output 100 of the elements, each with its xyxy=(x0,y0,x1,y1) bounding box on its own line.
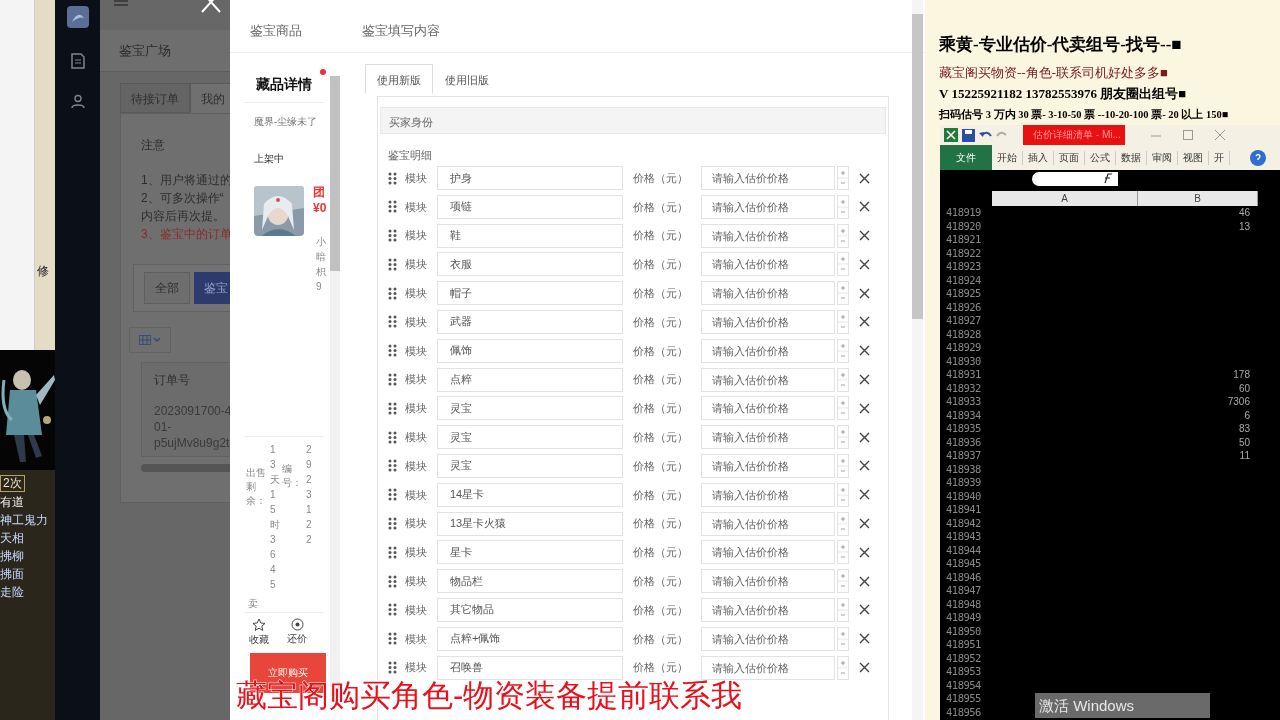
scrollbar-thumb[interactable] xyxy=(330,76,340,271)
input-field[interactable]: 请输入估价价格 xyxy=(701,367,835,392)
input-field[interactable]: 13星卡火猿 xyxy=(437,511,623,536)
filter-button[interactable]: 鉴宝 xyxy=(194,272,230,304)
input-field[interactable]: 项链 xyxy=(437,194,623,219)
close-icon[interactable] xyxy=(859,345,870,357)
ribbon-tab[interactable]: 审阅 xyxy=(1147,150,1178,165)
input-field[interactable]: 佩饰 xyxy=(437,338,623,363)
drag-handle-icon[interactable] xyxy=(388,373,397,387)
drag-handle-icon[interactable] xyxy=(388,488,397,502)
drag-handle-icon[interactable] xyxy=(388,661,397,675)
drag-handle-icon[interactable] xyxy=(388,517,397,531)
ribbon-tab[interactable]: 数据 xyxy=(1116,150,1147,165)
input-field[interactable]: 请输入估价价格 xyxy=(701,482,835,507)
input-field[interactable]: 灵宝 xyxy=(437,453,623,478)
drag-handle-icon[interactable] xyxy=(388,401,397,415)
close-icon[interactable] xyxy=(859,518,870,530)
drag-handle-icon[interactable] xyxy=(388,459,397,473)
logo-icon[interactable] xyxy=(66,6,89,28)
function-icon[interactable] xyxy=(1102,173,1114,184)
input-field[interactable]: 请输入估价价格 xyxy=(701,310,835,334)
input-field[interactable]: 护身 xyxy=(437,166,623,190)
input-field[interactable]: 请输入估价价格 xyxy=(701,540,835,565)
drag-handle-icon[interactable] xyxy=(388,315,397,329)
name-box[interactable] xyxy=(1032,172,1118,186)
input-field[interactable]: 请输入估价价格 xyxy=(701,281,835,306)
input-field[interactable]: 请输入估价价格 xyxy=(701,223,835,248)
close-icon[interactable] xyxy=(859,316,870,328)
close-icon[interactable] xyxy=(859,604,870,616)
close-icon[interactable] xyxy=(859,201,870,213)
input-field[interactable]: 请输入估价价格 xyxy=(701,626,835,651)
close-icon[interactable] xyxy=(859,460,870,472)
input-field[interactable]: 灵宝 xyxy=(437,425,623,450)
input-field[interactable]: 请输入估价价格 xyxy=(701,655,835,680)
input-field[interactable]: 请输入估价价格 xyxy=(701,569,835,594)
notice-text: 内容后再次提。 xyxy=(141,208,226,224)
input-field[interactable]: 请输入估价价格 xyxy=(701,338,835,363)
scrollbar-thumb[interactable] xyxy=(912,14,923,319)
input-field[interactable]: 灵宝 xyxy=(437,396,623,421)
input-field[interactable]: 请输入估价价格 xyxy=(701,511,835,536)
close-icon[interactable] xyxy=(859,287,870,299)
drag-handle-icon[interactable] xyxy=(388,171,397,185)
drag-handle-icon[interactable] xyxy=(388,286,397,300)
ribbon-tab[interactable]: 插入 xyxy=(1023,150,1054,165)
drag-handle-icon[interactable] xyxy=(388,430,397,444)
input-field[interactable]: 请输入估价价格 xyxy=(701,453,835,478)
input-field[interactable]: 鞋 xyxy=(437,223,623,248)
scrollbar[interactable] xyxy=(141,464,230,472)
close-icon[interactable] xyxy=(859,633,870,645)
input-field[interactable]: 请输入估价价格 xyxy=(701,166,835,190)
input-field[interactable]: 召唤兽 xyxy=(437,655,623,680)
action-button[interactable]: 还价 xyxy=(284,618,310,647)
input-field[interactable]: 点粹+佩饰 xyxy=(437,626,623,651)
close-icon[interactable] xyxy=(859,374,870,386)
close-icon[interactable] xyxy=(859,402,870,414)
tab[interactable]: 使用旧版 xyxy=(433,64,501,94)
input-field[interactable]: 物品栏 xyxy=(437,569,623,594)
spreadsheet-icon[interactable] xyxy=(944,128,958,142)
user-icon[interactable] xyxy=(70,94,85,108)
row-number: 418930 xyxy=(946,354,982,368)
drag-handle-icon[interactable] xyxy=(388,257,397,271)
help-icon[interactable] xyxy=(1250,149,1266,166)
drag-handle-icon[interactable] xyxy=(388,574,397,588)
scrollbar[interactable] xyxy=(912,0,923,720)
close-icon[interactable] xyxy=(859,662,870,674)
input-field[interactable]: 星卡 xyxy=(437,540,623,565)
input-field[interactable]: 其它物品 xyxy=(437,597,623,622)
close-icon[interactable] xyxy=(859,575,870,587)
tab[interactable]: 使用新版 xyxy=(365,64,433,94)
ribbon-tab[interactable]: 视图 xyxy=(1178,150,1209,165)
input-field[interactable]: 14星卡 xyxy=(437,482,623,507)
input-field[interactable]: 请输入估价价格 xyxy=(701,597,835,622)
document-icon[interactable] xyxy=(70,53,85,69)
close-icon[interactable] xyxy=(859,172,870,184)
close-icon[interactable] xyxy=(859,230,870,242)
drag-handle-icon[interactable] xyxy=(388,200,397,214)
drag-handle-icon[interactable] xyxy=(388,229,397,243)
input-field[interactable]: 请输入估价价格 xyxy=(701,425,835,450)
input-field[interactable]: 请输入估价价格 xyxy=(701,252,835,277)
drag-handle-icon[interactable] xyxy=(388,632,397,646)
input-field[interactable]: 衣服 xyxy=(437,252,623,277)
ribbon-tab[interactable]: 公式 xyxy=(1085,150,1116,165)
input-field[interactable]: 点粹 xyxy=(437,367,623,392)
ribbon-tab[interactable]: 页面 xyxy=(1054,150,1085,165)
action-button[interactable]: 收藏 xyxy=(246,618,272,647)
input-field[interactable]: 请输入估价价格 xyxy=(701,396,835,421)
close-icon[interactable] xyxy=(859,489,870,501)
save-icon[interactable] xyxy=(962,128,975,142)
drag-handle-icon[interactable] xyxy=(388,603,397,617)
close-icon[interactable] xyxy=(859,258,870,270)
drag-handle-icon[interactable] xyxy=(388,344,397,358)
input-field[interactable]: 请输入估价价格 xyxy=(701,194,835,219)
close-icon[interactable] xyxy=(859,431,870,443)
input-field[interactable]: 帽子 xyxy=(437,281,623,306)
close-icon[interactable] xyxy=(859,546,870,558)
ribbon-tab[interactable]: 开始 xyxy=(992,150,1023,165)
ribbon-tab[interactable]: 开 xyxy=(1209,150,1230,165)
input-field[interactable]: 武器 xyxy=(437,310,623,334)
ribbon-tab[interactable]: 文件 xyxy=(940,145,992,170)
drag-handle-icon[interactable] xyxy=(388,545,397,559)
